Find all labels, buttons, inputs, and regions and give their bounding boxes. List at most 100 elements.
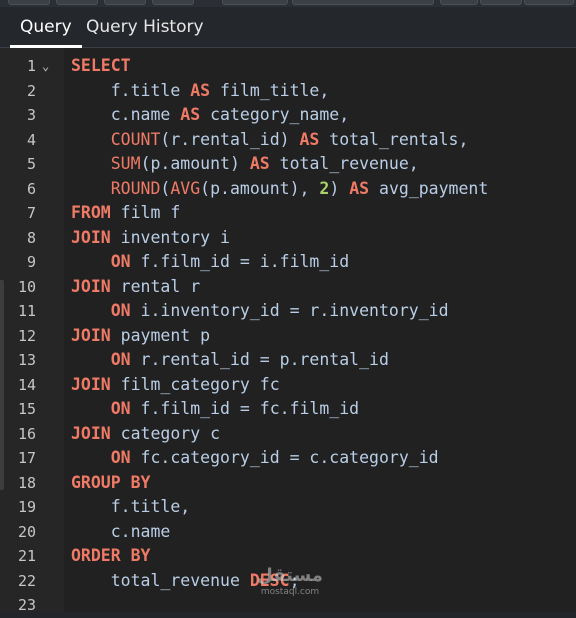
toolbar-button[interactable] bbox=[440, 0, 478, 5]
code-line[interactable]: 18 GROUP BY bbox=[0, 471, 576, 496]
code-line[interactable]: 14 JOIN film_category fc bbox=[0, 373, 576, 398]
toolbar-button[interactable] bbox=[222, 0, 288, 5]
line-number: 9 bbox=[26, 253, 36, 271]
tab-query-history[interactable]: Query History bbox=[76, 7, 214, 47]
sql-keyword: AS bbox=[299, 129, 320, 149]
sql-keyword: ON bbox=[110, 252, 131, 271]
line-number: 1 bbox=[26, 57, 36, 75]
code-text: ON i.inventory_id = r.inventory_id bbox=[71, 299, 449, 324]
sql-identifier: f.film_id = fc.film_id bbox=[130, 399, 360, 418]
code-line[interactable]: 13 ON r.rental_id = p.rental_id bbox=[0, 348, 576, 373]
sql-identifier bbox=[71, 448, 111, 467]
line-number: 8 bbox=[26, 228, 36, 247]
line-number: 23 bbox=[17, 596, 36, 614]
line-number: 14 bbox=[17, 375, 36, 394]
code-line[interactable]: 2 f.title AS film_title, bbox=[0, 79, 576, 104]
code-line[interactable]: 6 ROUND(AVG(p.amount), 2) AS avg_payment bbox=[0, 177, 576, 202]
sql-keyword: AS bbox=[249, 154, 270, 173]
toolbar-button[interactable] bbox=[480, 0, 522, 5]
sql-identifier: f.title bbox=[71, 80, 191, 100]
line-number: 7 bbox=[26, 204, 36, 222]
code-line[interactable]: 11 ON i.inventory_id = r.inventory_id bbox=[0, 299, 576, 324]
code-text: JOIN category c bbox=[71, 422, 220, 447]
top-toolbar-strip bbox=[0, 0, 576, 7]
sql-keyword: GROUP BY bbox=[71, 472, 151, 492]
line-number: 21 bbox=[17, 547, 36, 565]
code-line[interactable]: 4 COUNT(r.rental_id) AS total_rentals, bbox=[0, 128, 576, 153]
sql-identifier: ( bbox=[160, 178, 171, 198]
sql-identifier: film f bbox=[110, 203, 181, 222]
toolbar-button[interactable] bbox=[8, 0, 50, 5]
line-number: 2 bbox=[26, 81, 36, 100]
code-text: JOIN film_category fc bbox=[71, 373, 280, 398]
sql-editor[interactable]: 1 ⌄ SELECT 2 f.title AS film_title, 3 c.name… bbox=[0, 48, 576, 614]
sql-keyword: JOIN bbox=[71, 423, 111, 443]
code-text: SELECT bbox=[71, 54, 131, 79]
code-line[interactable]: 17 ON fc.category_id = c.category_id bbox=[0, 446, 576, 471]
sql-keyword: FROM bbox=[71, 203, 111, 222]
code-line[interactable]: 19 f.title, bbox=[0, 495, 576, 520]
sql-function: SUM bbox=[110, 154, 141, 173]
sql-identifier: fc.category_id = c.category_id bbox=[130, 448, 439, 467]
code-line[interactable]: 9 ON f.film_id = i.film_id bbox=[0, 250, 576, 275]
line-number: 13 bbox=[17, 351, 36, 369]
sql-identifier bbox=[71, 301, 111, 320]
sql-keyword: JOIN bbox=[71, 276, 111, 296]
sql-keyword: ON bbox=[110, 350, 131, 369]
code-text: JOIN inventory i bbox=[71, 226, 230, 251]
toolbar-button[interactable] bbox=[56, 0, 98, 5]
code-line[interactable]: 5 SUM(p.amount) AS total_revenue, bbox=[0, 152, 576, 177]
line-number: 18 bbox=[17, 473, 36, 492]
sql-keyword: AS bbox=[190, 80, 211, 100]
toolbar-button[interactable] bbox=[104, 0, 146, 5]
sql-identifier: total_revenue bbox=[71, 570, 250, 590]
sql-identifier: payment p bbox=[110, 325, 211, 345]
sql-identifier: film_category fc bbox=[110, 374, 280, 394]
code-line[interactable]: 20 c.name bbox=[0, 520, 576, 545]
sql-number: 2 bbox=[319, 178, 330, 198]
line-number: 16 bbox=[17, 424, 36, 443]
sql-identifier: total_revenue, bbox=[269, 154, 419, 173]
chevron-down-icon[interactable]: ⌄ bbox=[42, 54, 49, 79]
code-text: ON f.film_id = fc.film_id bbox=[71, 397, 359, 422]
code-text: ON f.film_id = i.film_id bbox=[71, 250, 349, 275]
code-text: ON fc.category_id = c.category_id bbox=[71, 446, 439, 471]
code-text: ROUND(AVG(p.amount), 2) AS avg_payment bbox=[71, 177, 489, 202]
watermark-text: mostaql.com bbox=[260, 587, 320, 597]
code-text: GROUP BY bbox=[71, 471, 150, 496]
code-line[interactable]: 16 JOIN category c bbox=[0, 422, 576, 447]
toolbar-button[interactable] bbox=[152, 0, 194, 5]
tab-query[interactable]: Query bbox=[10, 7, 82, 48]
sql-identifier: (p.amount) bbox=[140, 154, 250, 173]
sql-keyword: ORDER BY bbox=[71, 546, 151, 565]
code-text: JOIN payment p bbox=[71, 324, 210, 349]
sql-identifier: rental r bbox=[110, 276, 201, 296]
toolbar-button[interactable] bbox=[524, 0, 574, 5]
sql-identifier: r.rental_id = p.rental_id bbox=[130, 350, 389, 369]
code-line[interactable]: 1 ⌄ SELECT bbox=[0, 54, 576, 79]
sql-function: ROUND bbox=[110, 178, 161, 198]
line-number: 11 bbox=[17, 302, 36, 320]
toolbar-dropdown[interactable] bbox=[292, 0, 434, 5]
code-line[interactable]: 12 JOIN payment p bbox=[0, 324, 576, 349]
sql-keyword: SELECT bbox=[71, 56, 131, 75]
sql-identifier bbox=[71, 350, 111, 369]
line-number: 3 bbox=[26, 106, 36, 124]
line-number: 6 bbox=[26, 179, 36, 198]
code-line[interactable]: 8 JOIN inventory i bbox=[0, 226, 576, 251]
sql-identifier: (r.rental_id) bbox=[160, 129, 300, 149]
sql-keyword: JOIN bbox=[71, 374, 111, 394]
sql-keyword: ON bbox=[110, 399, 131, 418]
sql-keyword: AS bbox=[180, 105, 201, 124]
line-number: 10 bbox=[17, 277, 36, 296]
code-text: FROM film f bbox=[71, 201, 180, 226]
code-line[interactable]: 3 c.name AS category_name, bbox=[0, 103, 576, 128]
code-line[interactable]: 10 JOIN rental r bbox=[0, 275, 576, 300]
sql-keyword: ON bbox=[110, 448, 131, 467]
code-line[interactable]: 7 FROM film f bbox=[0, 201, 576, 226]
watermark: مستقل mostaql.com bbox=[254, 566, 326, 600]
editor-tab-bar: Query Query History bbox=[0, 7, 576, 48]
sql-identifier: category_name, bbox=[200, 105, 350, 124]
sql-identifier: (p.amount), bbox=[200, 178, 320, 198]
code-line[interactable]: 15 ON f.film_id = fc.film_id bbox=[0, 397, 576, 422]
